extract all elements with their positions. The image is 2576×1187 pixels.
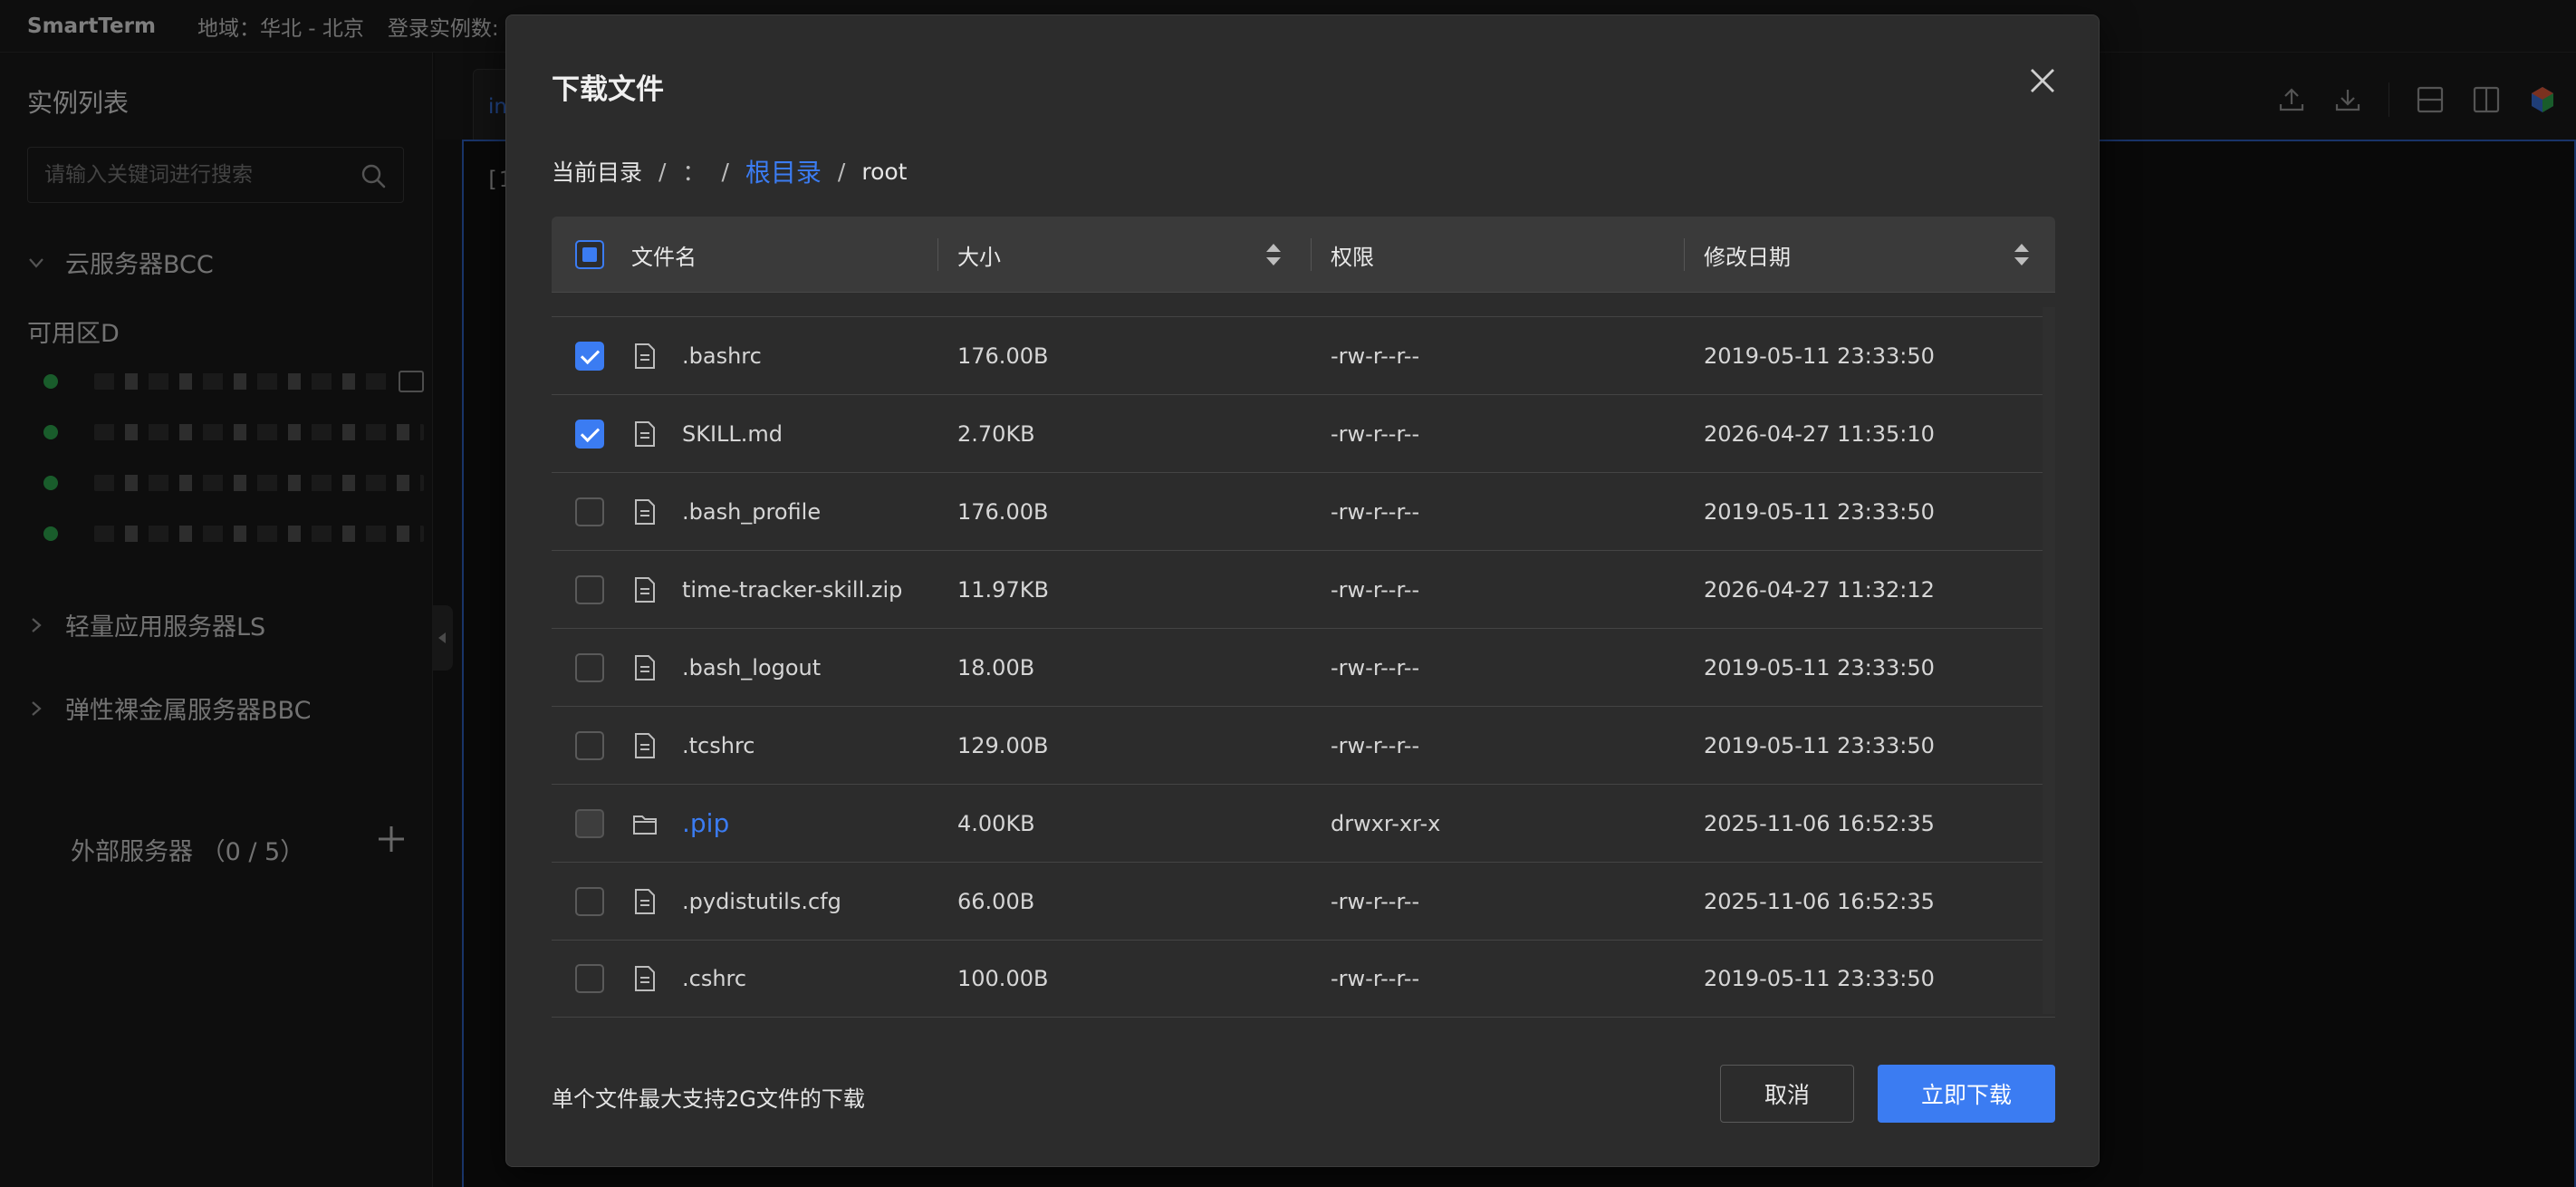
file-date: 2019-05-11 23:33:50 [1704, 966, 1935, 991]
table-row[interactable]: .bash_logout 18.00B -rw-r--r-- 2019-05-1… [552, 628, 2055, 706]
row-checkbox-disabled [575, 808, 604, 838]
breadcrumb-label: 当前目录 [552, 159, 643, 186]
file-name: SKILL.md [682, 420, 783, 447]
col-perm: 权限 [1311, 217, 1374, 293]
file-name: .tcshrc [682, 732, 755, 758]
row-checkbox[interactable] [575, 419, 604, 449]
file-icon [635, 343, 655, 369]
file-size: 18.00B [957, 654, 1035, 680]
file-name: time-tracker-skill.zip [682, 576, 903, 603]
table-row[interactable]: SKILL.md 2.70KB -rw-r--r-- 2026-04-27 11… [552, 394, 2055, 472]
sort-icon[interactable] [1264, 240, 1283, 269]
file-name: .cshrc [682, 966, 747, 991]
download-now-button[interactable]: 立即下载 [1878, 1065, 2055, 1123]
file-name: .bash_logout [682, 654, 822, 680]
file-icon [635, 888, 655, 914]
table-row[interactable]: .pydistutils.cfg 66.00B -rw-r--r-- 2025-… [552, 862, 2055, 940]
file-size: 4.00KB [957, 810, 1035, 836]
table-row[interactable]: .tcshrc 129.00B -rw-r--r-- 2019-05-11 23… [552, 706, 2055, 784]
folder-link[interactable]: .pip [682, 808, 729, 838]
file-name: .bashrc [682, 343, 762, 369]
file-date: 2019-05-11 23:33:50 [1704, 732, 1935, 758]
breadcrumb-sep: / [658, 158, 667, 185]
row-checkbox[interactable] [575, 652, 604, 682]
col-date[interactable]: 修改日期 [1684, 217, 1791, 293]
file-size: 176.00B [957, 498, 1049, 525]
table-header: 文件名 大小 权限 修改日期 [552, 217, 2055, 293]
file-size: 129.00B [957, 732, 1049, 758]
file-size: 100.00B [957, 966, 1049, 991]
row-checkbox[interactable] [575, 574, 604, 604]
table-scrollbar[interactable] [2043, 307, 2055, 1014]
file-icon [635, 966, 655, 991]
file-size: 176.00B [957, 343, 1049, 369]
file-perm: drwxr-xr-x [1331, 810, 1441, 836]
table-row[interactable]: time-tracker-skill.zip 11.97KB -rw-r--r-… [552, 550, 2055, 628]
file-date: 2019-05-11 23:33:50 [1704, 498, 1935, 525]
file-perm: -rw-r--r-- [1331, 888, 1420, 914]
row-checkbox[interactable] [575, 730, 604, 760]
table-row[interactable]: .cshrc 100.00B -rw-r--r-- 2019-05-11 23:… [552, 940, 2055, 1018]
file-icon [635, 576, 655, 603]
file-perm: -rw-r--r-- [1331, 966, 1420, 991]
breadcrumb: 当前目录 / ： / 根目录 / root [552, 153, 907, 189]
file-perm: -rw-r--r-- [1331, 498, 1420, 525]
file-icon [635, 420, 655, 447]
table-row[interactable]: .bash_profile 176.00B -rw-r--r-- 2019-05… [552, 472, 2055, 550]
folder-icon [633, 815, 657, 835]
file-perm: -rw-r--r-- [1331, 654, 1420, 680]
file-date: 2025-11-06 16:52:35 [1704, 888, 1935, 914]
file-icon [635, 498, 655, 525]
row-checkbox[interactable] [575, 497, 604, 526]
file-date: 2019-05-11 23:33:50 [1704, 654, 1935, 680]
file-perm: -rw-r--r-- [1331, 732, 1420, 758]
file-size: 11.97KB [957, 576, 1049, 603]
breadcrumb-colon: ： [682, 159, 706, 186]
file-date: 2026-04-27 11:35:10 [1704, 420, 1935, 447]
file-name: .pydistutils.cfg [682, 888, 841, 914]
file-icon [635, 654, 655, 680]
file-table: 文件名 大小 权限 修改日期 .bashrc 176.00B -rw-r--r-… [552, 217, 2055, 1037]
col-name: 文件名 [631, 244, 697, 270]
breadcrumb-current: root [861, 158, 908, 185]
breadcrumb-root-link[interactable]: 根目录 [745, 153, 822, 189]
size-limit-note: 单个文件最大支持2G文件的下载 [552, 1086, 865, 1112]
file-name: .bash_profile [682, 498, 822, 525]
table-row[interactable]: .pip 4.00KB drwxr-xr-x 2025-11-06 16:52:… [552, 784, 2055, 862]
file-date: 2025-11-06 16:52:35 [1704, 810, 1935, 836]
sort-icon[interactable] [2012, 240, 2032, 269]
col-size[interactable]: 大小 [937, 217, 1001, 293]
file-date: 2019-05-11 23:33:50 [1704, 343, 1935, 369]
cancel-button[interactable]: 取消 [1720, 1065, 1854, 1123]
dialog-title: 下载文件 [552, 73, 664, 106]
file-date: 2026-04-27 11:32:12 [1704, 576, 1935, 603]
file-icon [635, 732, 655, 758]
table-row[interactable]: .bashrc 176.00B -rw-r--r-- 2019-05-11 23… [552, 316, 2055, 394]
breadcrumb-sep: / [837, 158, 846, 185]
file-perm: -rw-r--r-- [1331, 343, 1420, 369]
row-checkbox[interactable] [575, 964, 604, 993]
file-size: 66.00B [957, 888, 1035, 914]
file-perm: -rw-r--r-- [1331, 420, 1420, 447]
download-dialog: 下载文件 当前目录 / ： / 根目录 / root 文件名 大小 权限 修改日… [505, 14, 2100, 1167]
row-checkbox[interactable] [575, 341, 604, 371]
file-perm: -rw-r--r-- [1331, 576, 1420, 603]
file-size: 2.70KB [957, 420, 1035, 447]
row-checkbox[interactable] [575, 886, 604, 916]
close-icon[interactable] [2024, 63, 2061, 99]
select-all-checkbox[interactable] [575, 240, 604, 269]
breadcrumb-sep: / [721, 158, 729, 185]
